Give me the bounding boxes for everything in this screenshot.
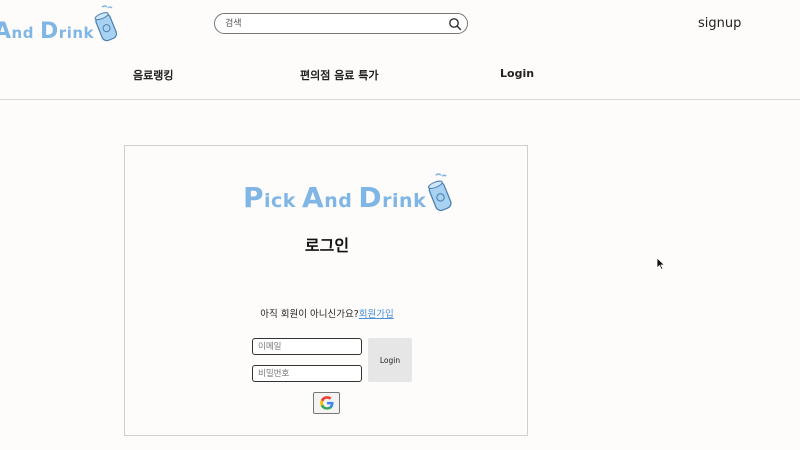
nav-item-drink-ranking[interactable]: 음료랭킹 xyxy=(133,67,173,83)
search-input[interactable] xyxy=(225,16,445,31)
google-login-button[interactable] xyxy=(313,392,340,414)
logo-letters: rink xyxy=(58,24,94,42)
search-icon[interactable] xyxy=(448,16,462,35)
drink-can-icon xyxy=(428,173,452,212)
email-field[interactable] xyxy=(252,338,362,355)
google-icon xyxy=(319,396,333,410)
card-logo: Pick And Drink xyxy=(243,172,456,214)
site-logo[interactable]: And Drink xyxy=(0,4,120,44)
login-card: Pick And Drink 로그인 아직 회원이 아니신가요?회원가입 Log… xyxy=(124,145,528,436)
logo-letter: D xyxy=(40,19,59,44)
logo-letter: P xyxy=(243,181,265,214)
nav-item-store-deals[interactable]: 편의점 음료 특가 xyxy=(300,67,379,83)
logo-letters: nd xyxy=(324,190,353,212)
logo-letters: nd xyxy=(11,24,34,42)
drink-can-icon xyxy=(94,5,118,42)
page-title: 로그인 xyxy=(304,236,350,255)
header: And Drink signup 음료랭킹 편의점 음료 특가 Login xyxy=(0,0,800,100)
signup-prompt-text: 아직 회원이 아니신가요? xyxy=(260,309,359,320)
search-bar[interactable] xyxy=(214,13,468,34)
logo-letters: ick xyxy=(264,190,296,212)
nav-item-login[interactable]: Login xyxy=(500,67,534,80)
login-button[interactable]: Login xyxy=(368,338,412,382)
mouse-cursor-icon xyxy=(656,257,666,271)
logo-letter: A xyxy=(0,19,12,44)
password-field[interactable] xyxy=(252,365,362,382)
logo-letter: D xyxy=(358,181,383,214)
signup-link[interactable]: signup xyxy=(698,16,741,31)
logo-letters: rink xyxy=(382,190,427,212)
logo-letter: A xyxy=(302,181,325,214)
signup-prompt: 아직 회원이 아니신가요?회원가입 xyxy=(125,306,529,320)
signup-link-inline[interactable]: 회원가입 xyxy=(359,309,394,320)
